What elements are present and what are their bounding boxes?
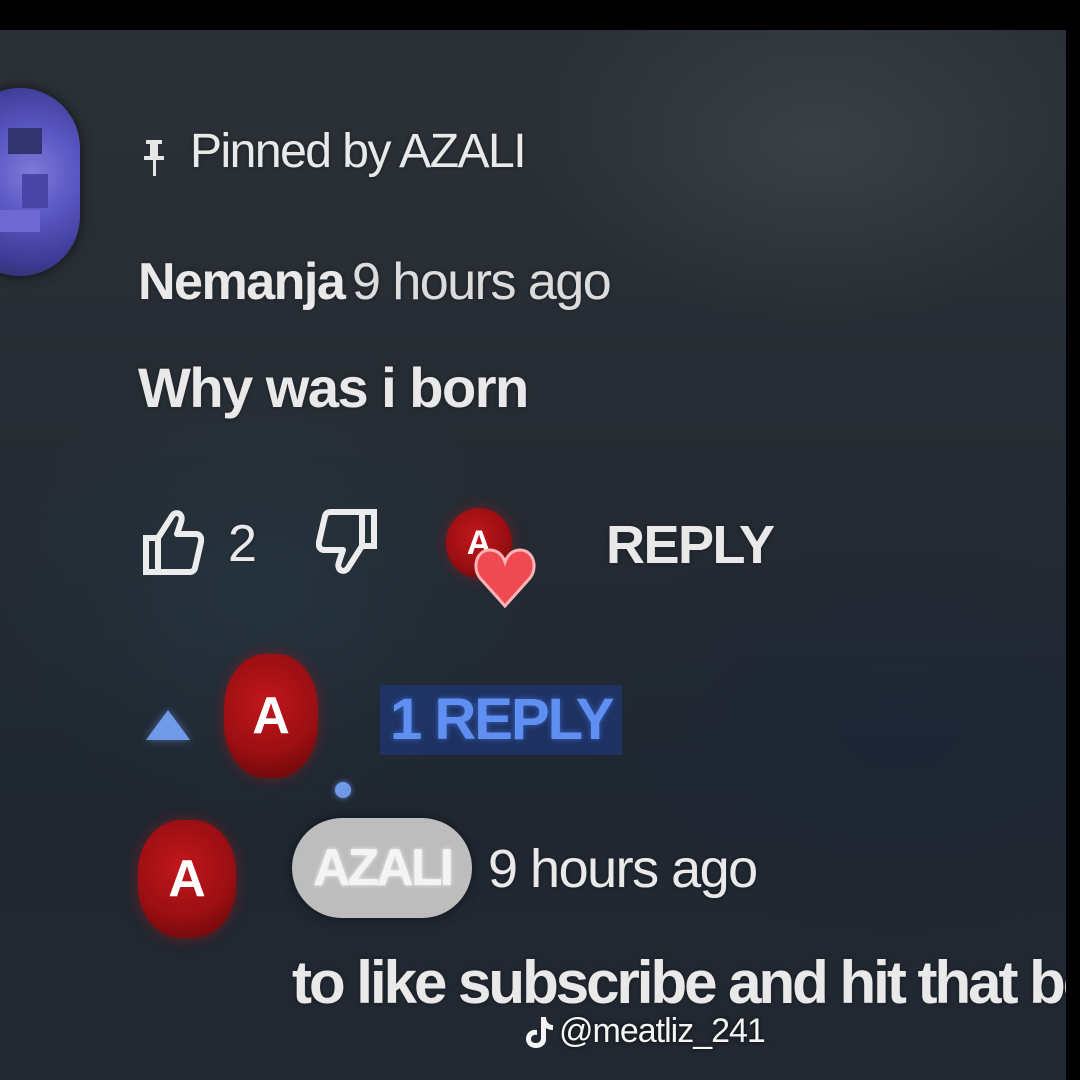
- reply-button[interactable]: REPLY: [606, 514, 775, 576]
- comment-timestamp[interactable]: 9 hours ago: [352, 252, 612, 312]
- comment-author[interactable]: Nemanja: [138, 252, 346, 312]
- view-replies-button[interactable]: 1 REPLY: [380, 685, 623, 755]
- thumbs-up-icon[interactable]: [140, 508, 204, 576]
- comment-thread-screenshot: Pinned by AZALI Nemanja 9 hours ago Why …: [0, 30, 1066, 1080]
- comment-text: Why was i born: [138, 356, 529, 419]
- reply-timestamp[interactable]: 9 hours ago: [488, 838, 758, 900]
- commenter-avatar[interactable]: [0, 88, 80, 276]
- thumbs-down-icon[interactable]: [316, 508, 380, 576]
- reply-author-avatar[interactable]: A: [138, 820, 236, 938]
- pin-icon: [144, 140, 164, 176]
- heart-icon: [474, 548, 536, 609]
- unread-indicator-dot: [335, 782, 351, 798]
- tiktok-icon: [526, 1016, 553, 1048]
- caret-up-icon[interactable]: [146, 710, 190, 740]
- reply-author-chip[interactable]: AZALI: [292, 818, 472, 918]
- watermark-handle: @meatliz_241: [559, 1012, 766, 1050]
- reply-text: to like subscribe and hit that bell: [292, 949, 1066, 1016]
- creator-reply-avatar: A: [224, 654, 318, 778]
- tiktok-watermark: @meatliz_241: [525, 1012, 766, 1051]
- pinned-label: Pinned by AZALI: [190, 125, 527, 178]
- like-count: 2: [228, 515, 257, 573]
